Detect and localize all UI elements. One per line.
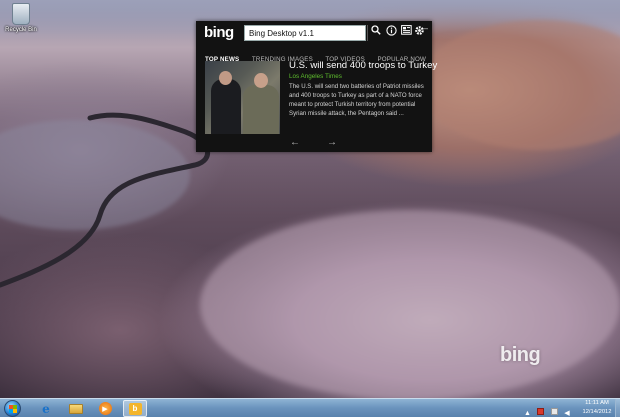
news-summary: The U.S. will send two batteries of Patr… — [289, 83, 424, 117]
taskbar: e ▶ b ▲ ◀ 11:11 AM 12/14/2012 — [0, 398, 620, 417]
folder-icon — [69, 403, 83, 414]
bing-logo: bing — [204, 24, 234, 41]
recycle-bin-label: Recycle Bin — [5, 27, 37, 33]
news-thumbnail[interactable] — [205, 61, 280, 134]
bing-header: bing – — [196, 21, 432, 45]
news-photo-figure — [254, 73, 268, 88]
recycle-bin[interactable]: Recycle Bin — [2, 3, 40, 33]
minimize-button[interactable]: – — [423, 23, 428, 33]
taskbar-bing-desktop[interactable]: b — [123, 400, 147, 417]
system-tray: ▲ ◀ — [524, 402, 572, 417]
show-hidden-icons-icon[interactable]: ▲ — [524, 410, 531, 417]
search-icon[interactable] — [367, 25, 383, 41]
taskbar-clock[interactable]: 11:11 AM 12/14/2012 — [580, 399, 614, 416]
clock-date: 12/14/2012 — [582, 408, 612, 415]
news-photo-figure — [243, 85, 279, 134]
news-source[interactable]: Los Angeles Times — [289, 73, 342, 80]
bing-desktop-icon: b — [128, 402, 142, 415]
start-button[interactable] — [4, 400, 21, 417]
news-photo-figure — [219, 71, 232, 85]
bing-tabs: TOP NEWS TRENDING IMAGES TOP VIDEOS POPU… — [205, 48, 434, 63]
taskbar-media-player[interactable]: ▶ — [93, 400, 117, 417]
news-headline-link[interactable]: U.S. will send 400 troops to Turkey — [289, 60, 437, 71]
news-photo-figure — [211, 79, 241, 134]
volume-icon[interactable]: ◀ — [564, 409, 569, 417]
search-input[interactable] — [244, 25, 366, 41]
bing-watermark: bing — [500, 344, 541, 366]
taskbar-internet-explorer[interactable]: e — [34, 400, 58, 417]
media-player-icon: ▶ — [98, 402, 112, 415]
windows-logo-icon — [9, 405, 17, 413]
previous-arrow-icon[interactable]: ← — [290, 137, 300, 148]
next-arrow-icon[interactable]: → — [327, 137, 337, 148]
show-desktop-button[interactable] — [615, 399, 620, 417]
info-icon[interactable] — [383, 25, 399, 41]
network-icon[interactable] — [550, 408, 558, 415]
action-center-icon[interactable] — [537, 408, 545, 415]
recycle-bin-icon — [12, 3, 30, 25]
clock-time: 11:11 AM — [585, 400, 609, 406]
bing-desktop-panel: bing – TOP NEWS TRENDING IMAGES TOP VIDE… — [196, 21, 437, 152]
taskbar-windows-explorer[interactable] — [64, 400, 88, 417]
internet-explorer-icon: e — [42, 401, 50, 416]
